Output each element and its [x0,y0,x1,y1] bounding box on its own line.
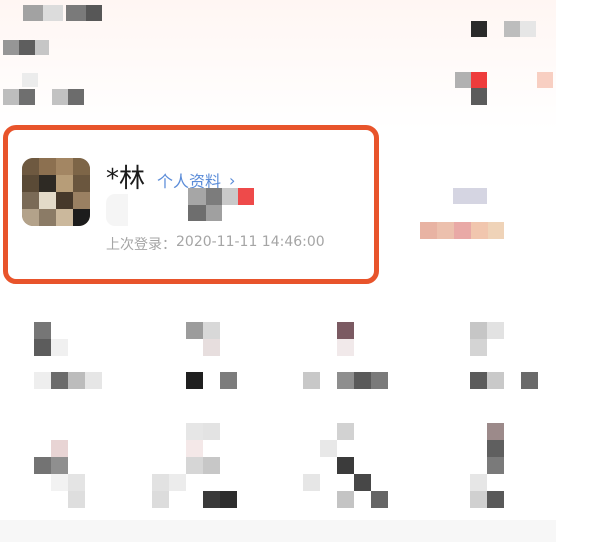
profile-card[interactable]: *林 个人资料 › 上次登录： 2020-11-11 14:46:00 [3,125,379,284]
bottom-divider [0,520,556,542]
app-screen: *林 个人资料 › 上次登录： 2020-11-11 14:46:00 [0,0,556,542]
avatar[interactable] [22,158,90,226]
profile-header: *林 个人资料 › [106,158,236,194]
last-login-info: 上次登录： 2020-11-11 14:46:00 [106,234,325,254]
chevron-right-icon: › [229,170,236,190]
right-margin [556,0,602,542]
last-login-label: 上次登录： [106,237,176,253]
last-login-time: 2020-11-11 14:46:00 [176,234,325,250]
user-name: *林 [106,164,146,194]
